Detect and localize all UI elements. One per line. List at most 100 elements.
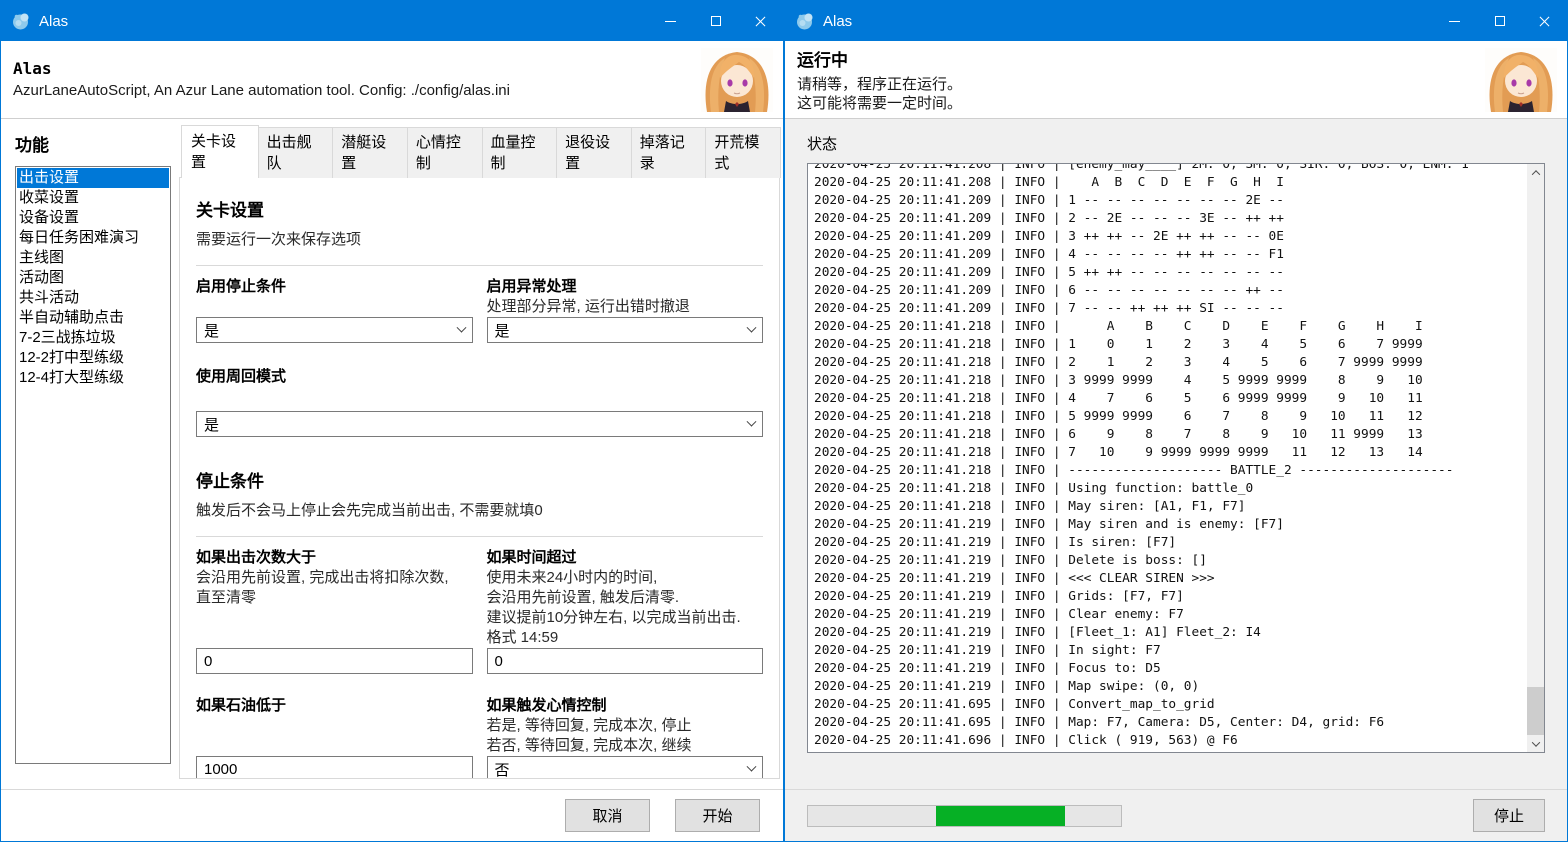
sidebar-item[interactable]: 12-2打中型练级 [17, 348, 169, 368]
sidebar-item[interactable]: 出击设置 [17, 168, 169, 188]
cycle-mode-select[interactable]: 是 [196, 411, 763, 437]
if-emotion-select[interactable]: 否 [487, 756, 764, 779]
window-title: Alas [823, 13, 852, 30]
log-line: 2020-04-25 20:11:41.695 | INFO | Map: F7… [814, 714, 1527, 732]
field-label: 如果出击次数大于 [196, 546, 473, 568]
log-line: 2020-04-25 20:11:41.218 | INFO | Using f… [814, 480, 1527, 498]
enable-exception-select[interactable]: 是 [487, 317, 764, 343]
log-line: 2020-04-25 20:11:41.219 | INFO | May sir… [814, 516, 1527, 534]
divider [196, 265, 763, 266]
log-line: 2020-04-25 20:11:41.208 | INFO | [enemy_… [814, 164, 1527, 174]
log-line: 2020-04-25 20:11:41.208 | INFO | A B C D… [814, 174, 1527, 192]
maximize-button[interactable] [693, 1, 738, 41]
app-icon [795, 11, 815, 31]
selected-value: 是 [204, 414, 219, 435]
tab[interactable]: 关卡设置 [181, 125, 259, 178]
stop-button[interactable]: 停止 [1473, 799, 1545, 832]
log-line: 2020-04-25 20:11:41.209 | INFO | 1 -- --… [814, 192, 1527, 210]
tab[interactable]: 退役设置 [556, 127, 632, 178]
close-button[interactable] [738, 1, 783, 41]
sidebar-title: 功能 [15, 131, 171, 156]
tab[interactable]: 潜艇设置 [332, 127, 408, 178]
close-button[interactable] [1522, 1, 1567, 41]
tab[interactable]: 开荒模式 [705, 127, 781, 178]
minimize-icon [1449, 21, 1460, 22]
section-heading: 停止条件 [196, 467, 763, 492]
log-line: 2020-04-25 20:11:41.218 | INFO | 6 9 8 7… [814, 426, 1527, 444]
enable-stop-select[interactable]: 是 [196, 317, 473, 343]
scroll-down-button[interactable] [1527, 735, 1544, 752]
if-time-input[interactable] [487, 648, 764, 674]
tab-panel-stage-settings: 关卡设置 需要运行一次来保存选项 启用停止条件 是 启用异常处理 处理部 [179, 177, 780, 779]
log-line: 2020-04-25 20:11:41.218 | INFO | A B C D… [814, 318, 1527, 336]
sidebar-item[interactable]: 12-4打大型练级 [17, 368, 169, 388]
minimize-icon [665, 21, 676, 22]
close-icon [754, 15, 767, 28]
sidebar-item[interactable]: 设备设置 [17, 208, 169, 228]
log-line: 2020-04-25 20:11:41.219 | INFO | <<< CLE… [814, 570, 1527, 588]
sidebar-item[interactable]: 共斗活动 [17, 288, 169, 308]
start-button[interactable]: 开始 [675, 799, 760, 832]
section-desc: 需要运行一次来保存选项 [196, 230, 763, 250]
log-scrollbar[interactable] [1527, 164, 1544, 752]
run-action-bar: 停止 [785, 789, 1567, 841]
scrollbar-thumb[interactable] [1527, 687, 1544, 735]
log-output[interactable]: 2020-04-25 20:11:41.208 | INFO | [enemy_… [807, 163, 1545, 753]
cancel-button[interactable]: 取消 [565, 799, 650, 832]
if-count-input[interactable] [196, 648, 473, 674]
log-line: 2020-04-25 20:11:41.219 | INFO | Clear e… [814, 606, 1527, 624]
sidebar-item[interactable]: 7-2三战拣垃圾 [17, 328, 169, 348]
field-desc: 使用未来24小时内的时间, 会沿用先前设置, 触发后清零. 建议提前10分钟左右… [487, 568, 764, 648]
tab[interactable]: 心情控制 [407, 127, 483, 178]
field-if-time: 如果时间超过 使用未来24小时内的时间, 会沿用先前设置, 触发后清零. 建议提… [487, 546, 764, 674]
app-title: Alas [13, 59, 701, 78]
log-line: 2020-04-25 20:11:41.218 | INFO | 7 10 9 … [814, 444, 1527, 462]
log-line: 2020-04-25 20:11:41.209 | INFO | 3 ++ ++… [814, 228, 1527, 246]
log-line: 2020-04-25 20:11:41.219 | INFO | Is sire… [814, 534, 1527, 552]
log-line: 2020-04-25 20:11:41.219 | INFO | Focus t… [814, 660, 1527, 678]
scroll-up-button[interactable] [1527, 164, 1544, 181]
log-line: 2020-04-25 20:11:41.209 | INFO | 6 -- --… [814, 282, 1527, 300]
chevron-down-icon [456, 322, 466, 332]
log-line: 2020-04-25 20:11:41.218 | INFO | 1 0 1 2… [814, 336, 1527, 354]
minimize-button[interactable] [648, 1, 693, 41]
app-icon [11, 11, 31, 31]
divider [196, 536, 763, 537]
tab[interactable]: 出击舰队 [258, 127, 334, 178]
chevron-down-icon [1531, 738, 1539, 746]
log-line: 2020-04-25 20:11:41.218 | INFO | May sir… [814, 498, 1527, 516]
maximize-button[interactable] [1477, 1, 1522, 41]
progress-bar [807, 805, 1122, 827]
if-oil-input[interactable] [196, 756, 473, 779]
avatar [701, 48, 773, 112]
titlebar: Alas [785, 1, 1567, 41]
field-desc: 若是, 等待回复, 完成本次, 停止 若否, 等待回复, 完成本次, 继续 [487, 716, 764, 756]
log-line: 2020-04-25 20:11:41.209 | INFO | 7 -- --… [814, 300, 1527, 318]
sidebar-item[interactable]: 半自动辅助点击 [17, 308, 169, 328]
chevron-down-icon [747, 761, 757, 771]
tab[interactable]: 血量控制 [482, 127, 558, 178]
field-cycle-mode: 使用周回模式 是 [196, 365, 763, 437]
maximize-icon [1495, 16, 1505, 26]
run-status-title: 运行中 [797, 46, 1485, 71]
chevron-down-icon [747, 416, 757, 426]
close-icon [1538, 15, 1551, 28]
minimize-button[interactable] [1432, 1, 1477, 41]
avatar [1485, 48, 1557, 112]
field-enable-stop: 启用停止条件 是 [196, 275, 473, 343]
function-listbox[interactable]: 出击设置 收菜设置 设备设置 每日任务困难演习 主线图 活动图 共斗活动 半自动… [15, 166, 171, 764]
tab[interactable]: 掉落记录 [631, 127, 707, 178]
sidebar-item[interactable]: 收菜设置 [17, 188, 169, 208]
sidebar-item[interactable]: 活动图 [17, 268, 169, 288]
field-if-oil: 如果石油低于 [196, 694, 473, 779]
log-line: 2020-04-25 20:11:41.219 | INFO | Delete … [814, 552, 1527, 570]
log-lines: 2020-04-25 20:11:41.208 | INFO | [enemy_… [814, 164, 1527, 750]
field-label: 使用周回模式 [196, 365, 763, 387]
log-line: 2020-04-25 20:11:41.209 | INFO | 2 -- 2E… [814, 210, 1527, 228]
sidebar-item[interactable]: 每日任务困难演习 [17, 228, 169, 248]
log-line: 2020-04-25 20:11:41.219 | INFO | Map swi… [814, 678, 1527, 696]
field-label: 启用停止条件 [196, 275, 473, 297]
chevron-down-icon [747, 322, 757, 332]
field-desc: 会沿用先前设置, 完成出击将扣除次数, 直至清零 [196, 568, 473, 608]
sidebar-item[interactable]: 主线图 [17, 248, 169, 268]
